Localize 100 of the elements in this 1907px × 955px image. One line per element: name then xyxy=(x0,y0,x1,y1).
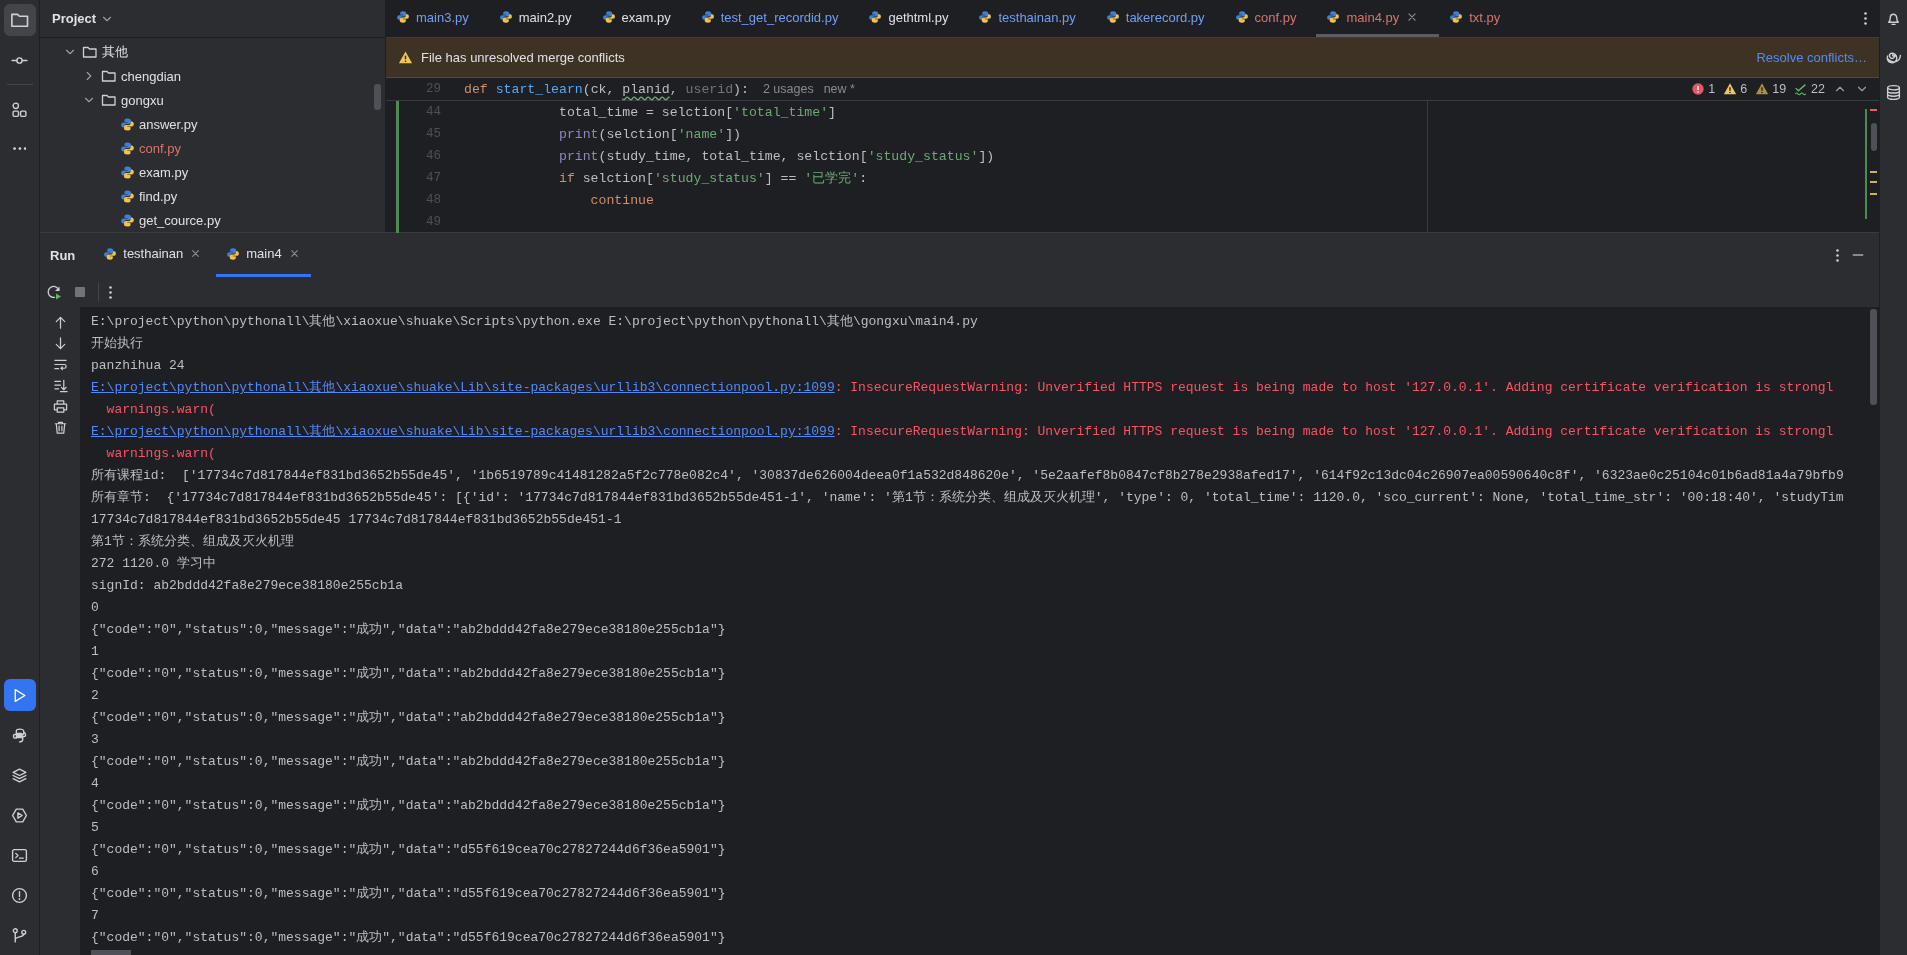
editor-tab[interactable]: gethtml.py xyxy=(858,0,969,37)
more-icon[interactable] xyxy=(109,285,112,299)
python-file-icon xyxy=(1105,10,1120,24)
code-line: if selction['study_status'] == '已学完': xyxy=(557,170,868,187)
scrollbar-thumb[interactable] xyxy=(1870,309,1877,405)
folder-icon xyxy=(101,92,117,108)
console-line: {"code":"0","status":0,"message":"成功","data":"d55f619cea70c27827244d6f36ea5901"} xyxy=(91,929,727,947)
console-line: 6 xyxy=(91,862,100,881)
panel-title[interactable]: Project xyxy=(52,11,97,26)
tree-item[interactable]: get_cource.py xyxy=(139,212,221,228)
editor-tab[interactable]: main2.py xyxy=(488,0,592,37)
editor-tab[interactable]: main3.py xyxy=(386,0,489,37)
problems-icon xyxy=(11,886,28,904)
inlay-hint[interactable]: new * xyxy=(823,82,855,96)
editor-tab[interactable]: exam.py xyxy=(591,0,691,37)
error-icon xyxy=(1691,82,1706,96)
console-line: 7 xyxy=(91,906,100,925)
more-icon[interactable] xyxy=(1836,248,1839,262)
console-line: 开始执行 xyxy=(91,335,144,353)
console-line: 第1节：系统分类、组成及灭火机理 xyxy=(91,533,295,551)
python-file-icon xyxy=(120,140,135,156)
python-file-icon xyxy=(1326,10,1341,24)
console-line: warnings.warn( xyxy=(105,400,217,419)
console-line: 5 xyxy=(91,818,100,837)
python-file-icon xyxy=(226,246,241,261)
console-line: E:\project\python\pythonall\其他\xiaoxue\shuake\Scripts\python.exe E:\project\python\pythonall\其他\gongxu\main4.py xyxy=(91,313,979,331)
folder-icon xyxy=(101,68,117,84)
inspection-count[interactable]: 19 xyxy=(1755,82,1787,96)
folder-icon xyxy=(82,44,98,60)
console-line: {"code":"0","status":0,"message":"成功","data":"ab2bddd42fa8e279ece38180e255cb1a"} xyxy=(91,709,727,727)
scrollbar-thumb[interactable] xyxy=(91,950,131,955)
code-line: print(selction['name']) xyxy=(557,126,741,142)
console-line: signId: ab2bddd42fa8e279ece38180e255cb1a xyxy=(91,576,405,595)
layers-icon xyxy=(11,766,28,784)
tree-item[interactable]: gongxu xyxy=(121,92,164,108)
soft-wrap-icon[interactable] xyxy=(52,357,68,372)
python-file-icon xyxy=(120,188,135,204)
scrollbar-thumb[interactable] xyxy=(1871,123,1877,151)
editor-tab[interactable]: txt.py xyxy=(1439,0,1521,37)
more-icon[interactable] xyxy=(1864,12,1867,25)
python-file-icon xyxy=(601,10,616,24)
run-tab[interactable]: testhainan xyxy=(93,233,213,277)
console-line: 1 xyxy=(91,642,100,661)
warning-message: : InsecureRequestWarning: Unverified HTTPS request is being made to host '127.0.0.1'. Adding certificate verification is strongl xyxy=(834,423,1834,439)
stop-icon[interactable] xyxy=(72,284,88,300)
tool-window-button[interactable] xyxy=(3,679,36,711)
code-line: def start_learn(ck, planid, userid): xyxy=(464,81,749,97)
tool-window-button[interactable] xyxy=(3,4,36,36)
inlay-hint[interactable]: 2 usages xyxy=(762,82,814,96)
file-link[interactable]: E:\project\python\pythonall\其他\xiaoxue\shuake\Lib\site-packages\urllib3\connectionpool.py:1099 xyxy=(91,378,835,396)
python-file-icon xyxy=(868,10,883,24)
python-file-icon xyxy=(1449,10,1464,24)
warning-icon xyxy=(1755,82,1770,96)
console-line: {"code":"0","status":0,"message":"成功","data":"ab2bddd42fa8e279ece38180e255cb1a"} xyxy=(91,621,727,639)
console-line: 4 xyxy=(91,774,100,793)
panel-title: Run xyxy=(50,246,77,265)
inspection-count[interactable]: 22 xyxy=(1794,82,1825,96)
inspection-count[interactable]: 6 xyxy=(1723,82,1748,96)
python-icon xyxy=(11,726,28,744)
python-file-icon xyxy=(1234,10,1249,24)
code-line: print(study_time, total_time, selction['study_status']) xyxy=(557,148,995,164)
tree-item[interactable]: answer.py xyxy=(139,116,198,132)
editor-tab[interactable]: test_get_recordid.py xyxy=(690,0,859,37)
console-line: 所有章节: {'17734c7d817844ef831bd3652b55de45': [{'id': '17734c7d817844ef831bd3652b55de451-1', 'name': '第1节：系统分类、组成及灭火机理', 'type': 0, 'total_time': 1120.0, 'sco_current': None, 'total_time_str': '00:18:40', 'studyTim xyxy=(91,489,1845,507)
code-line: continue xyxy=(589,192,654,208)
editor-tab[interactable]: testhainan.py xyxy=(968,0,1096,37)
inspection-count[interactable]: 1 xyxy=(1691,82,1716,96)
console-line: {"code":"0","status":0,"message":"成功","data":"ab2bddd42fa8e279ece38180e255cb1a"} xyxy=(91,797,727,815)
tree-item[interactable]: conf.py xyxy=(139,140,181,156)
database-icon[interactable] xyxy=(1885,84,1902,101)
tree-item[interactable]: chengdian xyxy=(121,68,181,84)
scroll-to-end-icon[interactable] xyxy=(52,378,68,393)
print-icon[interactable] xyxy=(52,399,68,414)
tree-item[interactable]: exam.py xyxy=(139,164,189,180)
console-line: {"code":"0","status":0,"message":"成功","data":"d55f619cea70c27827244d6f36ea5901"} xyxy=(91,841,727,859)
python-file-icon xyxy=(120,116,135,132)
tree-item[interactable]: 其他 xyxy=(102,43,128,61)
console-line: panzhihua 24 xyxy=(91,356,186,375)
rerun-icon[interactable] xyxy=(46,284,62,300)
tree-item[interactable]: find.py xyxy=(139,188,178,204)
file-link[interactable]: E:\project\python\pythonall\其他\xiaoxue\shuake\Lib\site-packages\urllib3\connectionpool.py:1099 xyxy=(91,422,835,440)
console-line: 2 xyxy=(91,686,100,705)
branch-icon xyxy=(11,926,28,944)
console-line: warnings.warn( xyxy=(105,444,217,463)
resolve-conflicts-link[interactable]: Resolve conflicts… xyxy=(1756,50,1867,65)
more-icon xyxy=(12,147,27,151)
console-line: 3 xyxy=(91,730,100,749)
python-file-icon xyxy=(103,246,118,261)
python-file-icon xyxy=(396,10,410,24)
console-line: 所有课程id: ['17734c7d817844ef831bd3652b55de45', '1b6519789c41481282a5f2c778e082c4', '30837de626004deea0f1a532d848620e', '5e2aafef8b0847cf8b278e2938afed17', '614f92c13dc04c26907ea00590640c8f', '6323ae0c25104c01b6ad81a4a79bfb9 xyxy=(91,467,1845,485)
scrollbar-thumb[interactable] xyxy=(374,84,381,110)
run-tab[interactable]: main4 xyxy=(216,233,311,277)
editor-tab[interactable]: takerecord.py xyxy=(1095,0,1225,37)
python-file-icon xyxy=(120,164,135,180)
warning-message: : InsecureRequestWarning: Unverified HTTPS request is being made to host '127.0.0.1'. Adding certificate verification is strongl xyxy=(834,379,1834,395)
trash-icon[interactable] xyxy=(52,420,68,435)
python-file-icon xyxy=(498,10,513,24)
python-file-icon xyxy=(700,10,715,24)
code-line: total_time = selction['total_time'] xyxy=(557,104,836,120)
editor-tab[interactable]: conf.py xyxy=(1224,0,1317,37)
